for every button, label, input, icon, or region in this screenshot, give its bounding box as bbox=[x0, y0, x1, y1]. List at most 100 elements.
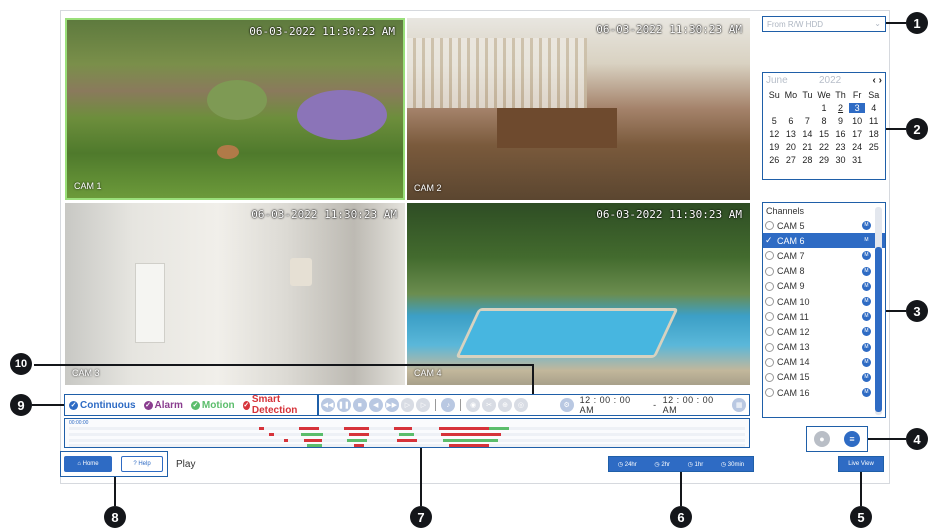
calendar-day[interactable]: 1 bbox=[816, 103, 833, 113]
calendar-jump-icon[interactable]: ▦ bbox=[732, 398, 747, 412]
fisheye-icon[interactable]: ◎ bbox=[513, 398, 528, 412]
calendar-day[interactable]: 19 bbox=[766, 142, 783, 152]
calendar-day[interactable]: 18 bbox=[865, 129, 882, 139]
timeline-row bbox=[69, 444, 745, 447]
calendar-day[interactable]: 23 bbox=[832, 142, 849, 152]
radio-icon bbox=[765, 297, 774, 307]
channel-item[interactable]: CAM 15 M bbox=[763, 370, 885, 385]
channel-item[interactable]: CAM 11 M bbox=[763, 309, 885, 324]
calendar-day[interactable]: 4 bbox=[865, 103, 882, 113]
legend-alarm[interactable]: ✓ Alarm bbox=[143, 400, 183, 411]
rewind-icon[interactable]: ◀◀ bbox=[321, 398, 335, 412]
calendar-day[interactable]: 13 bbox=[783, 129, 800, 139]
playback-timeline[interactable]: 00:00:00 bbox=[64, 418, 750, 448]
time-range-start: 12 : 00 : 00 AM bbox=[579, 395, 631, 415]
scrollbar[interactable] bbox=[875, 207, 882, 415]
zoom-2hr-button[interactable]: ◷ 2hr bbox=[654, 461, 670, 468]
lamp bbox=[290, 258, 312, 286]
calendar-day[interactable]: 3 bbox=[848, 103, 866, 113]
calendar-day[interactable]: 6 bbox=[783, 116, 800, 126]
garden-shrub bbox=[207, 80, 267, 120]
source-select[interactable]: From R/W HDD ⌄ bbox=[762, 16, 886, 32]
legend-continuous[interactable]: ✓ Continuous bbox=[69, 400, 136, 411]
channel-item[interactable]: ✓ CAM 6 M bbox=[763, 233, 885, 249]
channel-item[interactable]: CAM 9 M bbox=[763, 279, 885, 294]
channel-item[interactable]: CAM 7 M bbox=[763, 248, 885, 263]
channel-item[interactable]: CAM 8 M bbox=[763, 264, 885, 279]
channel-label: CAM 11 bbox=[777, 311, 809, 322]
calendar-empty bbox=[799, 103, 816, 113]
live-view-button[interactable]: Live View bbox=[838, 456, 884, 472]
smart-search-icon[interactable]: ⚙ bbox=[559, 398, 574, 412]
calendar-day[interactable]: 27 bbox=[783, 155, 800, 165]
channel-item[interactable]: CAM 14 M bbox=[763, 355, 885, 370]
check-icon: ✓ bbox=[242, 400, 250, 410]
channel-item[interactable]: CAM 12 M bbox=[763, 324, 885, 339]
chevron-left-icon[interactable]: ‹ bbox=[873, 75, 876, 86]
camera-tile-1[interactable]: 06-03-2022 11:30:23 AM CAM 1 bbox=[65, 18, 405, 200]
chevron-right-icon[interactable]: › bbox=[879, 75, 882, 86]
calendar-day[interactable]: 11 bbox=[865, 116, 882, 126]
list-icon[interactable]: ≡ bbox=[844, 431, 860, 447]
fast-forward-icon[interactable]: ▶▶ bbox=[384, 398, 399, 412]
motion-badge: M bbox=[862, 251, 871, 261]
divider bbox=[435, 399, 437, 411]
calendar-day[interactable]: 9 bbox=[832, 116, 849, 126]
tag-icon[interactable]: ● bbox=[814, 431, 830, 447]
scrollbar-thumb[interactable] bbox=[875, 247, 882, 412]
zoom-24hr-button[interactable]: ◷ 24hr bbox=[618, 461, 637, 468]
calendar-day[interactable]: 21 bbox=[799, 142, 816, 152]
channel-item[interactable]: CAM 16 M bbox=[763, 385, 885, 400]
zoom-30min-button[interactable]: ◷ 30min bbox=[721, 461, 744, 468]
calendar-day[interactable]: 26 bbox=[766, 155, 783, 165]
home-button[interactable]: ⌂ Home bbox=[64, 456, 112, 472]
legend-smart-detection[interactable]: ✓ Smart Detection bbox=[242, 394, 313, 416]
calendar-day[interactable]: 22 bbox=[816, 142, 833, 152]
check-icon: ✓ bbox=[143, 400, 153, 410]
calendar-day[interactable]: 20 bbox=[783, 142, 800, 152]
timestamp: 06-03-2022 11:30:23 AM bbox=[249, 25, 395, 38]
calendar-day[interactable]: 28 bbox=[799, 155, 816, 165]
next-frame-icon[interactable]: ▷ bbox=[416, 398, 431, 412]
help-button[interactable]: ? Help bbox=[121, 456, 163, 472]
calendar-day[interactable]: 7 bbox=[799, 116, 816, 126]
camera-label: CAM 4 bbox=[414, 368, 442, 378]
volume-icon[interactable]: ♪ bbox=[441, 398, 456, 412]
calendar-day[interactable]: 14 bbox=[799, 129, 816, 139]
radio-icon bbox=[765, 388, 774, 398]
zoom-icon[interactable]: ⊕ bbox=[498, 398, 512, 412]
calendar-day[interactable]: 12 bbox=[766, 129, 783, 139]
radio-icon bbox=[765, 281, 774, 291]
calendar-day[interactable]: 17 bbox=[849, 129, 866, 139]
legend-motion[interactable]: ✓ Motion bbox=[190, 400, 235, 411]
camera-tile-2[interactable]: 06-03-2022 11:30:23 AM CAM 2 bbox=[407, 18, 750, 200]
zoom-1hr-button[interactable]: ◷ 1hr bbox=[688, 461, 704, 468]
calendar-day[interactable]: 10 bbox=[849, 116, 866, 126]
channel-label: CAM 14 bbox=[777, 357, 810, 368]
step-back-icon[interactable]: ◀ bbox=[368, 398, 383, 412]
calendar-day[interactable]: 29 bbox=[816, 155, 833, 165]
snapshot-icon[interactable]: ◉ bbox=[466, 398, 481, 412]
calendar-day[interactable]: 30 bbox=[832, 155, 849, 165]
radio-icon bbox=[765, 266, 774, 276]
channel-item[interactable]: CAM 10 M bbox=[763, 294, 885, 309]
calendar-day[interactable]: 16 bbox=[832, 129, 849, 139]
slow-icon[interactable]: ▷ bbox=[400, 398, 415, 412]
camera-tile-4[interactable]: 06-03-2022 11:30:23 AM CAM 4 bbox=[407, 203, 750, 385]
check-icon: ✓ bbox=[190, 400, 200, 410]
calendar-day[interactable]: 31 bbox=[849, 155, 866, 165]
calendar-day[interactable]: 24 bbox=[849, 142, 866, 152]
camera-tile-3[interactable]: 06-03-2022 11:30:23 AM CAM 3 bbox=[65, 203, 405, 385]
clip-icon[interactable]: ✂ bbox=[482, 398, 497, 412]
calendar-day[interactable]: 2 bbox=[832, 103, 849, 113]
calendar-day[interactable]: 15 bbox=[816, 129, 833, 139]
calendar-day[interactable]: 5 bbox=[766, 116, 783, 126]
calendar-day[interactable]: 25 bbox=[865, 142, 882, 152]
stop-icon[interactable]: ■ bbox=[352, 398, 367, 412]
channel-item[interactable]: CAM 13 M bbox=[763, 340, 885, 355]
pause-icon[interactable]: ❚❚ bbox=[336, 398, 351, 412]
radio-icon bbox=[765, 357, 774, 367]
store-shelves bbox=[407, 38, 587, 108]
calendar-day[interactable]: 8 bbox=[816, 116, 833, 126]
channel-item[interactable]: CAM 5 M bbox=[763, 218, 885, 233]
